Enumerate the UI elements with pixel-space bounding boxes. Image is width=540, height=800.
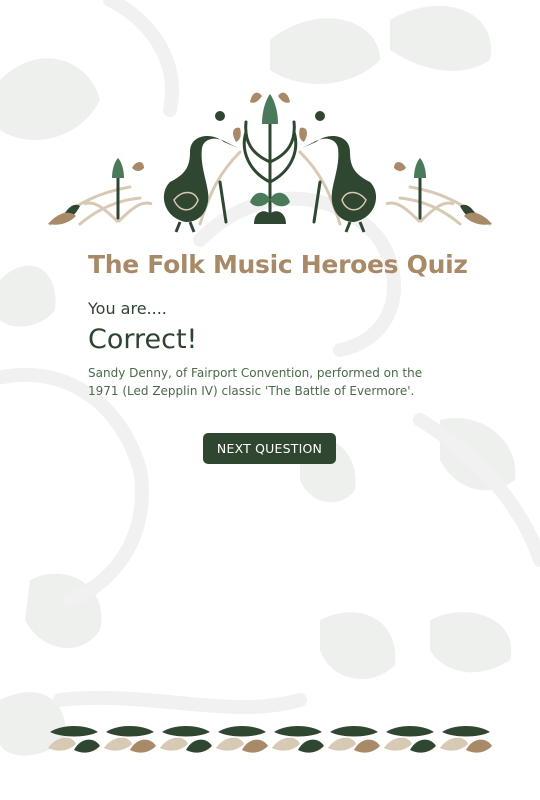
border-leaf-top (162, 726, 210, 737)
border-leaf-accent (410, 739, 436, 753)
result-intro-text: You are.... (88, 299, 167, 318)
border-leaf-top (50, 726, 98, 737)
border-leaf-light (160, 737, 188, 751)
border-leaf-light (440, 737, 468, 751)
border-leaf-accent (242, 739, 268, 753)
border-leaf-top (330, 726, 378, 737)
result-heading: Correct! (88, 324, 198, 355)
border-leaf-top (274, 726, 322, 737)
border-leaf-accent (466, 739, 492, 753)
border-leaf-light (384, 737, 412, 751)
border-leaf-accent (186, 739, 212, 753)
border-leaf-light (272, 737, 300, 751)
border-leaf-accent (298, 739, 324, 753)
border-leaf-top (386, 726, 434, 737)
answer-explanation: Sandy Denny, of Fairport Convention, per… (88, 366, 423, 398)
border-leaf-accent (130, 739, 156, 753)
border-leaf-accent (74, 739, 100, 753)
border-leaf-light (216, 737, 244, 751)
quiz-title: The Folk Music Heroes Quiz (88, 250, 468, 279)
quiz-result-panel: The Folk Music Heroes Quiz You are.... C… (88, 250, 468, 400)
next-question-button[interactable]: NEXT QUESTION (203, 433, 336, 464)
folk-ornament-header (48, 92, 492, 233)
border-leaf-light (104, 737, 132, 751)
folk-leaf-border (48, 726, 492, 753)
border-leaf-top (218, 726, 266, 737)
border-leaf-light (48, 737, 76, 751)
border-leaf-accent (354, 739, 380, 753)
border-leaf-top (106, 726, 154, 737)
border-leaf-top (442, 726, 490, 737)
border-leaf-light (328, 737, 356, 751)
